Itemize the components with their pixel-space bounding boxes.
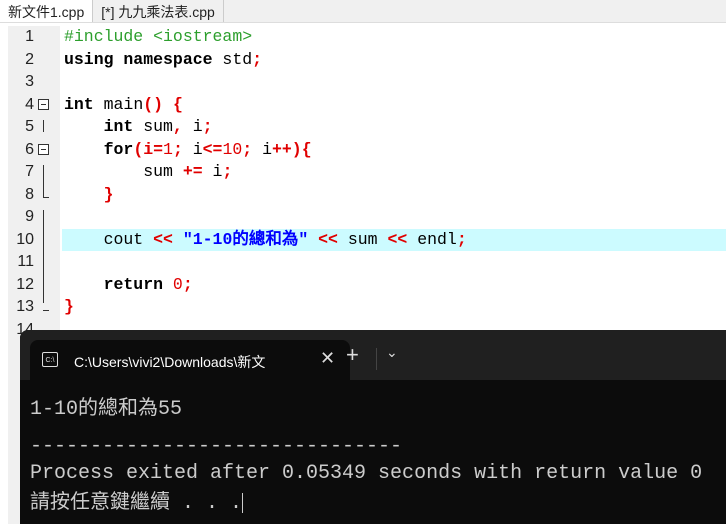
terminal-tab-bar: C:\ C:\Users\vivi2\Downloads\新文 ✕ + ⌄ bbox=[20, 330, 726, 380]
chevron-down-icon[interactable]: ⌄ bbox=[386, 344, 398, 361]
tab-multiplication-table[interactable]: [*] 九九乘法表.cpp bbox=[93, 0, 224, 22]
editor-tab-bar: 新文件1.cpp [*] 九九乘法表.cpp bbox=[0, 0, 726, 23]
terminal-prompt-line: 請按任意鍵繼續 . . . bbox=[30, 492, 244, 515]
fold-collapse-icon[interactable] bbox=[38, 143, 49, 155]
code-line: #include <iostream> bbox=[64, 27, 253, 46]
code-line: using namespace std; bbox=[64, 49, 263, 69]
terminal-window[interactable]: C:\ C:\Users\vivi2\Downloads\新文 ✕ + ⌄ 1-… bbox=[20, 330, 726, 524]
line-number: 13 bbox=[16, 298, 34, 315]
terminal-tab-title: C:\Users\vivi2\Downloads\新文 bbox=[74, 354, 266, 370]
terminal-output-line: Process exited after 0.05349 seconds wit… bbox=[30, 462, 703, 485]
line-number: 6 bbox=[25, 140, 34, 158]
code-line: int sum, i; bbox=[64, 117, 213, 136]
terminal-icon: C:\ bbox=[42, 352, 58, 367]
tab-new-file-1[interactable]: 新文件1.cpp bbox=[0, 0, 94, 22]
fold-collapse-icon[interactable] bbox=[38, 98, 49, 110]
line-number: 7 bbox=[25, 163, 34, 180]
terminal-tab[interactable]: C:\ C:\Users\vivi2\Downloads\新文 ✕ bbox=[30, 340, 350, 380]
divider bbox=[376, 348, 377, 370]
line-number: 4 bbox=[25, 95, 34, 113]
line-number: 3 bbox=[25, 73, 34, 90]
code-line: sum += i; bbox=[64, 162, 233, 181]
code-line: } bbox=[64, 184, 114, 204]
line-number: 5 bbox=[25, 118, 34, 135]
code-line: } bbox=[64, 297, 74, 316]
line-number: 12 bbox=[16, 275, 34, 293]
code-line: int main() { bbox=[64, 94, 183, 114]
text-cursor bbox=[242, 492, 244, 513]
line-number: 9 bbox=[25, 208, 34, 225]
line-number: 2 bbox=[25, 50, 34, 68]
line-number: 11 bbox=[17, 253, 34, 270]
code-line: cout << "1-10的總和為" << sum << endl; bbox=[64, 229, 467, 249]
terminal-output-line: 1-10的總和為55 bbox=[30, 398, 183, 421]
new-tab-button[interactable]: + bbox=[346, 342, 359, 368]
line-number: 1 bbox=[25, 28, 34, 45]
code-line: return 0; bbox=[64, 274, 193, 294]
line-number: 8 bbox=[25, 185, 34, 203]
close-tab-icon[interactable]: ✕ bbox=[320, 348, 335, 369]
line-number: 10 bbox=[16, 230, 34, 248]
code-line: for(i=1; i<=10; i++){ bbox=[64, 139, 312, 159]
terminal-separator: ------------------------------- bbox=[30, 435, 403, 458]
